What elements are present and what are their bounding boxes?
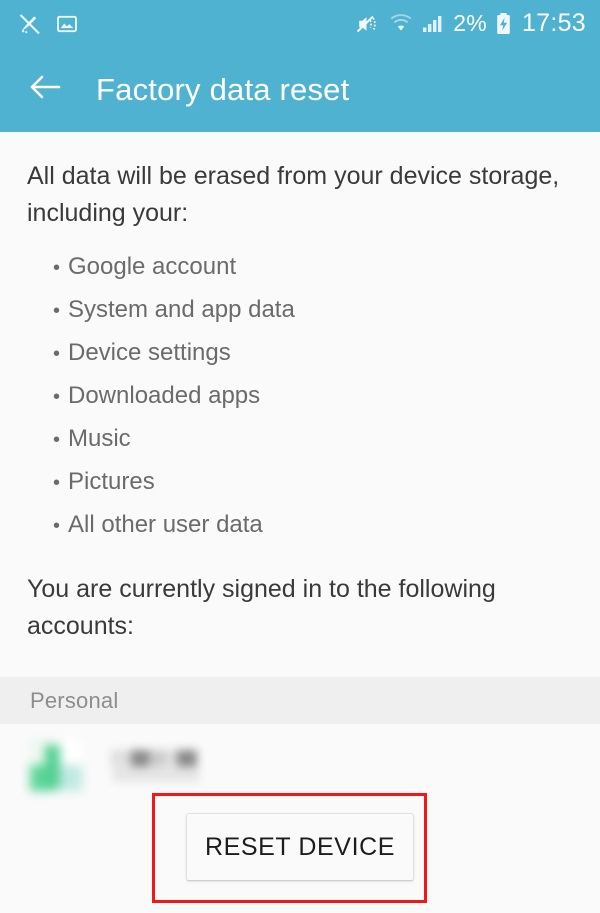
photo-icon bbox=[56, 13, 78, 35]
list-item: • All other user data bbox=[53, 504, 600, 547]
wifi-icon bbox=[389, 13, 413, 35]
bullet-icon: • bbox=[53, 429, 61, 451]
status-bar: 2% 17:53 bbox=[0, 0, 600, 47]
content-area: All data will be erased from your device… bbox=[0, 132, 600, 806]
account-list-item[interactable] bbox=[0, 724, 600, 806]
back-button[interactable] bbox=[24, 68, 68, 112]
bullet-icon: • bbox=[53, 515, 61, 537]
list-item-label: Pictures bbox=[68, 468, 155, 495]
bullet-icon: • bbox=[53, 386, 61, 408]
list-item: • System and app data bbox=[53, 289, 600, 332]
list-item-label: Downloaded apps bbox=[68, 382, 261, 409]
status-bar-left-icons bbox=[18, 12, 78, 36]
list-item: • Pictures bbox=[53, 461, 600, 504]
accounts-section-label: Personal bbox=[30, 687, 119, 713]
list-item-label: All other user data bbox=[68, 511, 263, 538]
page-title: Factory data reset bbox=[96, 71, 350, 107]
accounts-section-header: Personal bbox=[0, 677, 600, 724]
bullet-icon: • bbox=[53, 343, 61, 365]
account-name-redacted bbox=[111, 746, 203, 784]
mute-vibrate-icon bbox=[355, 12, 381, 36]
avatar bbox=[30, 739, 82, 791]
list-item: • Downloaded apps bbox=[53, 375, 600, 418]
list-item: • Music bbox=[53, 418, 600, 461]
battery-percentage: 2% bbox=[453, 10, 487, 36]
status-bar-right-icons: 2% 17:53 bbox=[355, 11, 586, 36]
list-item: • Google account bbox=[53, 246, 600, 289]
battery-charging-icon bbox=[495, 12, 512, 36]
arrow-left-icon bbox=[29, 72, 63, 107]
list-item-label: Google account bbox=[68, 253, 237, 280]
no-capture-icon bbox=[18, 12, 42, 36]
cellular-signal-icon bbox=[421, 13, 445, 35]
intro-paragraph: All data will be erased from your device… bbox=[27, 162, 560, 227]
bullet-icon: • bbox=[53, 472, 61, 494]
signed-in-note: You are currently signed in to the follo… bbox=[27, 575, 496, 640]
list-item: • Device settings bbox=[53, 332, 600, 375]
reset-device-button-wrapper: RESET DEVICE bbox=[186, 813, 414, 881]
bullet-icon: • bbox=[53, 257, 61, 279]
list-item-label: Device settings bbox=[68, 339, 231, 366]
bullet-icon: • bbox=[53, 300, 61, 322]
erased-items-list: • Google account • System and app data •… bbox=[0, 246, 600, 547]
app-bar: Factory data reset bbox=[0, 47, 600, 132]
reset-device-button[interactable]: RESET DEVICE bbox=[186, 813, 414, 881]
status-bar-clock: 17:53 bbox=[521, 9, 586, 37]
list-item-label: System and app data bbox=[68, 296, 295, 323]
list-item-label: Music bbox=[68, 425, 131, 452]
